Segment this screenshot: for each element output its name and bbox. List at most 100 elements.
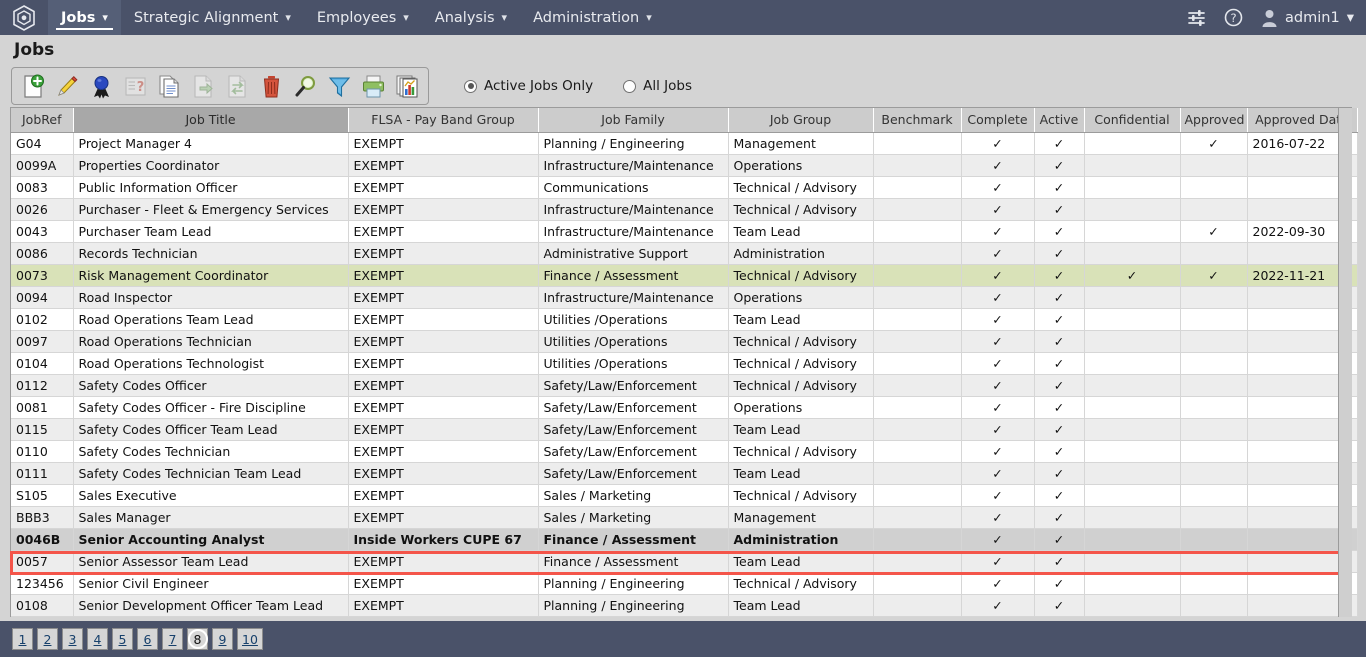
cell-approved bbox=[1180, 440, 1248, 463]
cell-confidential bbox=[1084, 528, 1181, 551]
cell-approved bbox=[1180, 550, 1248, 573]
table-row[interactable]: 0108 Senior Development Officer Team Lead… bbox=[11, 594, 1358, 617]
approve-job-button[interactable] bbox=[85, 70, 117, 102]
new-job-button[interactable] bbox=[17, 70, 49, 102]
cell-job-group: Technical / Advisory bbox=[728, 264, 874, 287]
nav-item-administration[interactable]: Administration ▾ bbox=[520, 0, 665, 35]
cell-job-title: Properties Coordinator bbox=[73, 154, 349, 177]
table-row[interactable]: 0110 Safety Codes Technician EXEMPT Safety/… bbox=[11, 440, 1358, 463]
page-button-5[interactable]: 5 bbox=[112, 628, 133, 650]
cell-active: ✓ bbox=[1034, 132, 1085, 155]
copy-job-button[interactable] bbox=[153, 70, 185, 102]
page-button-3[interactable]: 3 bbox=[62, 628, 83, 650]
table-row[interactable]: 0073 Risk Management Coordinator EXEMPT Fin… bbox=[11, 264, 1358, 287]
column-header-approved[interactable]: Approved bbox=[1180, 108, 1248, 133]
cell-job-title: Records Technician bbox=[73, 242, 349, 265]
column-header-job-title[interactable]: Job Title bbox=[73, 108, 349, 133]
cell-jobref: 0086 bbox=[11, 242, 74, 265]
cell-job-title: Purchaser Team Lead bbox=[73, 220, 349, 243]
question-circle-icon[interactable]: ? bbox=[1224, 8, 1243, 27]
table-row[interactable]: 0115 Safety Codes Officer Team Lead EXEMPT… bbox=[11, 418, 1358, 441]
cell-approved bbox=[1180, 198, 1248, 221]
cell-jobref: 0102 bbox=[11, 308, 74, 331]
cell-complete: ✓ bbox=[961, 418, 1035, 441]
table-row[interactable]: 0043 Purchaser Team Lead EXEMPT Infrastruct… bbox=[11, 220, 1358, 243]
table-row[interactable]: 0046B Senior Accounting Analyst Inside Wor… bbox=[11, 528, 1358, 551]
table-row[interactable]: 0083 Public Information Officer EXEMPT Comm… bbox=[11, 176, 1358, 199]
radio-all-jobs[interactable]: All Jobs bbox=[623, 78, 692, 94]
table-row[interactable]: 0099A Properties Coordinator EXEMPT Infrast… bbox=[11, 154, 1358, 177]
export-job-button[interactable] bbox=[187, 70, 219, 102]
table-row[interactable]: 0097 Road Operations Technician EXEMPT Util… bbox=[11, 330, 1358, 353]
table-row[interactable]: BBB3 Sales Manager EXEMPT Sales / Marketing… bbox=[11, 506, 1358, 529]
table-row[interactable]: 0086 Records Technician EXEMPT Administrati… bbox=[11, 242, 1358, 265]
table-row[interactable]: 0094 Road Inspector EXEMPT Infrastructure/M… bbox=[11, 286, 1358, 309]
cell-job-title: Safety Codes Technician Team Lead bbox=[73, 462, 349, 485]
cell-job-group: Technical / Advisory bbox=[728, 198, 874, 221]
nav-item-analysis[interactable]: Analysis ▾ bbox=[422, 0, 520, 35]
reports-button[interactable] bbox=[391, 70, 423, 102]
page-button-8[interactable]: 8 bbox=[187, 628, 208, 650]
chevron-down-icon: ▾ bbox=[646, 11, 652, 24]
cell-job-title: Safety Codes Officer - Fire Discipline bbox=[73, 396, 349, 419]
page-button-1[interactable]: 1 bbox=[12, 628, 33, 650]
svg-text:?: ? bbox=[1230, 11, 1236, 25]
cell-flsa-pay-band-group: EXEMPT bbox=[348, 484, 539, 507]
column-header-flsa-pay-band-group[interactable]: FLSA - Pay Band Group bbox=[348, 108, 539, 133]
search-button[interactable] bbox=[289, 70, 321, 102]
table-row[interactable]: 0057 Senior Assessor Team Lead EXEMPT Finan… bbox=[11, 550, 1358, 573]
questionnaire-button[interactable]: ? bbox=[119, 70, 151, 102]
nav-item-employees[interactable]: Employees ▾ bbox=[304, 0, 422, 35]
table-row[interactable]: G04 Project Manager 4 EXEMPT Planning / Eng… bbox=[11, 132, 1358, 155]
cell-job-title: Public Information Officer bbox=[73, 176, 349, 199]
page-button-10[interactable]: 10 bbox=[237, 628, 263, 650]
sliders-icon[interactable] bbox=[1187, 9, 1206, 26]
nav-item-jobs[interactable]: Jobs ▾ bbox=[48, 0, 121, 35]
page-button-4[interactable]: 4 bbox=[87, 628, 108, 650]
table-row[interactable]: 0081 Safety Codes Officer - Fire Discipli… bbox=[11, 396, 1358, 419]
user-menu[interactable]: admin1 ▾ bbox=[1261, 9, 1354, 27]
cell-confidential bbox=[1084, 440, 1181, 463]
column-header-jobref[interactable]: JobRef bbox=[11, 108, 74, 133]
cell-benchmark bbox=[873, 572, 962, 595]
table-row[interactable]: 0104 Road Operations Technologist EXEMPT Ut… bbox=[11, 352, 1358, 375]
cell-confidential bbox=[1084, 198, 1181, 221]
column-header-job-family[interactable]: Job Family bbox=[538, 108, 729, 133]
column-header-complete[interactable]: Complete bbox=[961, 108, 1035, 133]
app-logo[interactable] bbox=[0, 0, 48, 35]
table-row[interactable]: 0112 Safety Codes Officer EXEMPT Safety/Law… bbox=[11, 374, 1358, 397]
delete-job-button[interactable] bbox=[255, 70, 287, 102]
table-row[interactable]: S105 Sales Executive EXEMPT Sales / Marketi… bbox=[11, 484, 1358, 507]
cell-confidential: ✓ bbox=[1084, 264, 1181, 287]
cell-job-family: Infrastructure/Maintenance bbox=[538, 220, 729, 243]
page-button-6[interactable]: 6 bbox=[137, 628, 158, 650]
table-row[interactable]: 123456 Senior Civil Engineer EXEMPT Plannin… bbox=[11, 572, 1358, 595]
column-header-benchmark[interactable]: Benchmark bbox=[873, 108, 962, 133]
table-row[interactable]: 0111 Safety Codes Technician Team Lead EXE… bbox=[11, 462, 1358, 485]
cell-job-group: Technical / Advisory bbox=[728, 374, 874, 397]
column-header-confidential[interactable]: Confidential bbox=[1084, 108, 1181, 133]
filter-button[interactable] bbox=[323, 70, 355, 102]
print-button[interactable] bbox=[357, 70, 389, 102]
cell-confidential bbox=[1084, 418, 1181, 441]
page-button-9[interactable]: 9 bbox=[212, 628, 233, 650]
cell-flsa-pay-band-group: EXEMPT bbox=[348, 176, 539, 199]
cell-active: ✓ bbox=[1034, 506, 1085, 529]
cell-complete: ✓ bbox=[961, 132, 1035, 155]
cell-active: ✓ bbox=[1034, 308, 1085, 331]
radio-active-jobs-only[interactable]: Active Jobs Only bbox=[464, 78, 593, 94]
page-button-7[interactable]: 7 bbox=[162, 628, 183, 650]
edit-job-button[interactable] bbox=[51, 70, 83, 102]
cell-complete: ✓ bbox=[961, 154, 1035, 177]
cell-complete: ✓ bbox=[961, 220, 1035, 243]
column-header-job-group[interactable]: Job Group bbox=[728, 108, 874, 133]
transfer-job-button[interactable] bbox=[221, 70, 253, 102]
column-header-active[interactable]: Active bbox=[1034, 108, 1085, 133]
cell-flsa-pay-band-group: EXEMPT bbox=[348, 462, 539, 485]
cell-benchmark bbox=[873, 242, 962, 265]
cell-approved bbox=[1180, 484, 1248, 507]
page-button-2[interactable]: 2 bbox=[37, 628, 58, 650]
table-row[interactable]: 0026 Purchaser - Fleet & Emergency Servic… bbox=[11, 198, 1358, 221]
table-row[interactable]: 0102 Road Operations Team Lead EXEMPT Utili… bbox=[11, 308, 1358, 331]
nav-item-strategic-alignment[interactable]: Strategic Alignment ▾ bbox=[121, 0, 304, 35]
